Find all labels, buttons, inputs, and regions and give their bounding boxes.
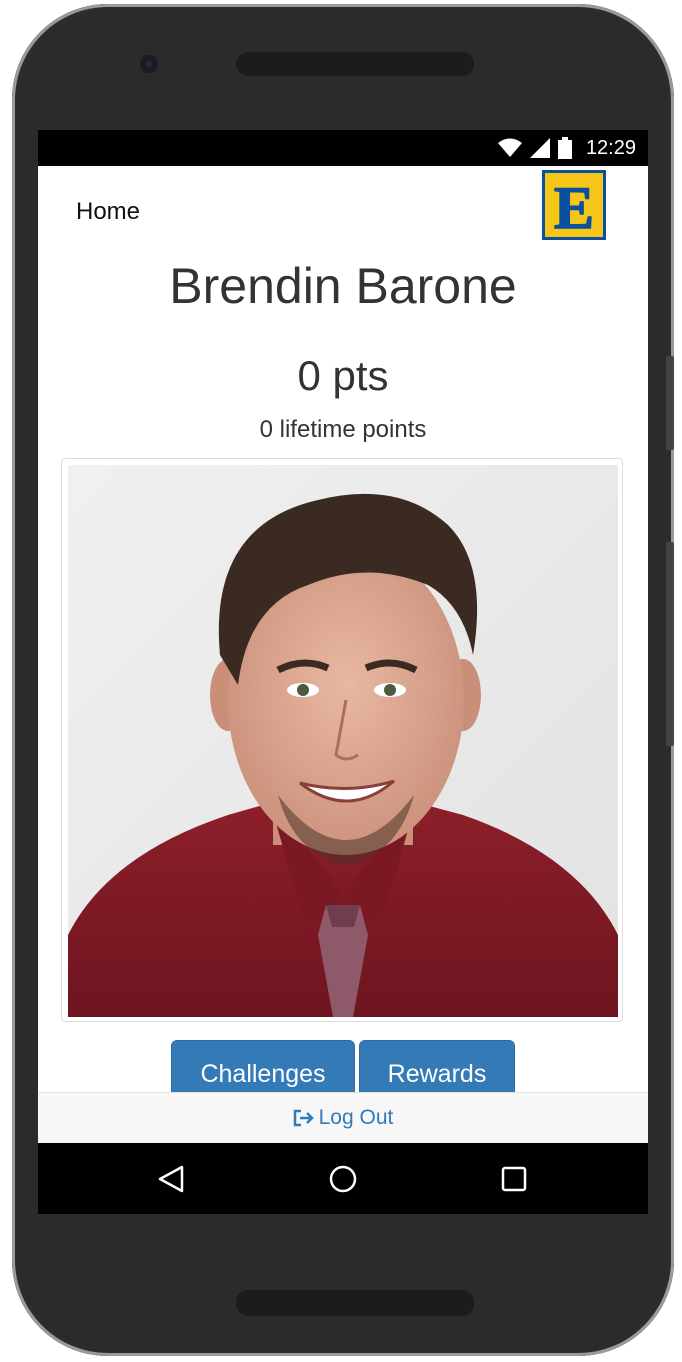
device-screen: 12:29 Home E Brendin Barone 0 pts 0 life… [38, 130, 648, 1214]
logout-label: Log Out [318, 1106, 394, 1129]
challenges-button[interactable]: Challenges [171, 1040, 355, 1100]
bottom-speaker [236, 1290, 474, 1316]
footer-bar: Log Out [38, 1092, 648, 1143]
recents-square-icon[interactable] [498, 1163, 530, 1195]
action-buttons: Challenges Rewards [171, 1040, 515, 1100]
wifi-icon [497, 138, 522, 157]
earpiece-speaker [236, 52, 474, 76]
back-icon[interactable] [156, 1163, 188, 1195]
power-button [666, 542, 674, 746]
profile-photo [68, 465, 618, 1017]
rewards-button[interactable]: Rewards [359, 1040, 515, 1100]
cell-signal-icon [529, 138, 550, 158]
logo-letter: E [554, 175, 594, 240]
logout-link[interactable]: Log Out [38, 1105, 648, 1131]
app-header: Home E [38, 166, 648, 250]
volume-button [666, 356, 674, 450]
status-time: 12:29 [585, 137, 636, 159]
status-bar: 12:29 [38, 130, 648, 166]
android-nav-bar [38, 1143, 648, 1214]
front-camera [140, 55, 158, 73]
points-value: 0 pts [297, 352, 389, 399]
school-logo[interactable]: E [542, 170, 606, 240]
home-link[interactable]: Home [76, 198, 140, 226]
lifetime-points: 0 lifetime points [259, 416, 427, 443]
home-circle-icon[interactable] [327, 1163, 359, 1195]
profile-name: Brendin Barone [169, 258, 517, 314]
profile-photo-frame [61, 458, 623, 1022]
battery-icon [557, 137, 572, 159]
sign-out-icon [293, 1109, 314, 1127]
